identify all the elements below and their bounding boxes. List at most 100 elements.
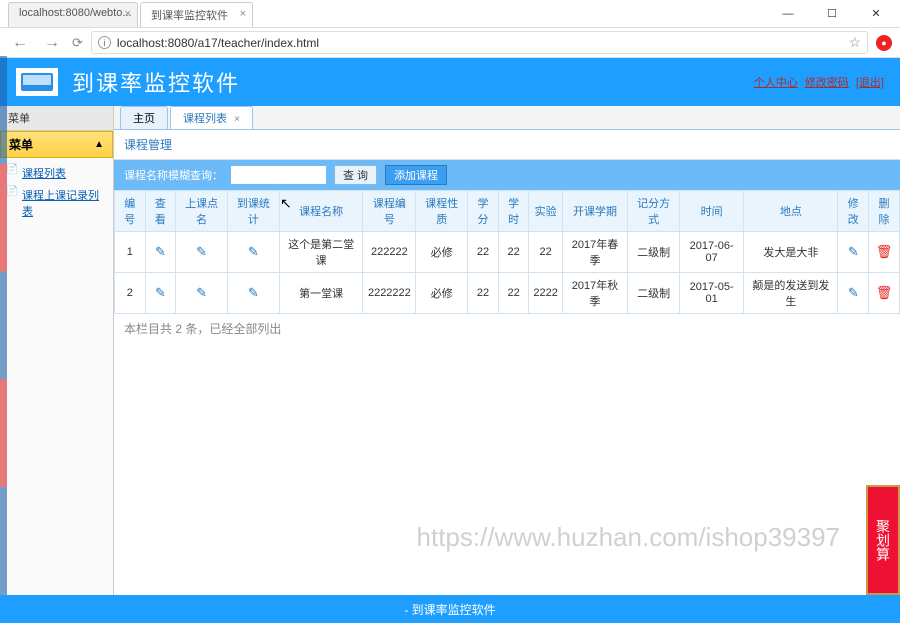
stats-button[interactable]: ✎ [227,273,279,314]
header-links: 个人中心 修改密码 [退出] [750,74,884,90]
sidebar: 菜单 菜单 ▲ 课程列表 课程上课记录列表 [0,106,114,611]
tab-label: 课程列表 [183,113,227,125]
site-info-icon[interactable]: i [98,36,111,49]
close-icon[interactable]: × [234,114,240,125]
edit-icon[interactable]: ✎ [248,244,259,259]
edit-icon[interactable]: ✎ [155,244,166,259]
rollcall-button[interactable]: ✎ [176,232,228,273]
course-table: 编号查看上课点名到课统计课程名称课程编号课程性质学分学时实验开课学期记分方式时间… [114,190,900,314]
tab-home[interactable]: 主页 [120,106,168,129]
table-header: 查看 [145,191,176,232]
tab-course-list[interactable]: 课程列表 × [170,106,253,129]
browser-tab[interactable]: localhost:8080/webto... × [8,2,138,27]
delete-button[interactable]: 🗑 [869,232,900,273]
taskbar-stripe [0,56,7,595]
table-row: 2✎✎✎第一堂课2222222必修222222222017年秋季二级制2017-… [115,273,900,314]
delete-button[interactable]: 🗑 [869,273,900,314]
table-header: 课程性质 [416,191,468,232]
edit-icon[interactable]: ✎ [196,285,207,300]
table-header: 到课统计 [227,191,279,232]
extension-icon[interactable]: ● [876,35,892,51]
footer: - 到课率监控软件 [0,595,900,623]
cell-grade: 二级制 [628,232,680,273]
edit-icon[interactable]: ✎ [196,244,207,259]
table-header: 修改 [838,191,869,232]
cell-place: 发大是大非 [744,232,838,273]
panel-title: 课程管理 [114,130,900,160]
view-button[interactable]: ✎ [145,273,176,314]
search-bar: 课程名称模糊查询： 查 询 添加课程 [114,160,900,190]
close-icon[interactable]: × [125,8,131,20]
address-bar: ← → ⟳ i localhost:8080/a17/teacher/index… [0,28,900,58]
forward-button[interactable]: → [40,34,64,52]
add-course-button[interactable]: 添加课程 [385,165,447,185]
cell-hours: 22 [498,232,529,273]
cell-hours: 22 [498,273,529,314]
cell-time: 2017-05-01 [679,273,743,314]
window-close-button[interactable]: ✕ [854,0,898,28]
cell-term: 2017年秋季 [562,273,627,314]
table-header: 学时 [498,191,529,232]
sidebar-panel-header[interactable]: 菜单 ▲ [0,131,113,158]
cell-term: 2017年春季 [562,232,627,273]
table-header: 时间 [679,191,743,232]
cell-name: 第一堂课 [279,273,363,314]
link-change-password[interactable]: 修改密码 [805,77,849,89]
search-input[interactable] [231,166,326,184]
rollcall-button[interactable]: ✎ [176,273,228,314]
cell-no: 2 [115,273,146,314]
cell-nature: 必修 [416,273,468,314]
app-header: 到课率监控软件 个人中心 修改密码 [退出] [0,58,900,106]
browser-tab-title: 到课率监控软件 [151,10,228,22]
sidebar-item-attendance-records[interactable]: 课程上课记录列表 [0,184,113,222]
trash-icon[interactable]: 🗑 [876,244,893,259]
cell-code: 222222 [363,232,416,273]
app-title: 到课率监控软件 [72,66,240,98]
edit-icon[interactable]: ✎ [848,285,859,300]
cell-lab: 22 [529,232,562,273]
search-label: 课程名称模糊查询： [124,167,223,183]
url-text: localhost:8080/a17/teacher/index.html [117,36,319,50]
reload-button[interactable]: ⟳ [72,35,83,51]
collapse-icon[interactable]: ▲ [94,139,104,150]
bookmark-icon[interactable]: ☆ [848,34,861,51]
table-header: 上课点名 [176,191,228,232]
table-header: 课程编号 [363,191,416,232]
view-button[interactable]: ✎ [145,232,176,273]
browser-tab[interactable]: 到课率监控软件 × [140,2,253,27]
table-header: 课程名称 [279,191,363,232]
trash-icon[interactable]: 🗑 [876,285,893,300]
window-maximize-button[interactable]: ☐ [810,0,854,28]
sidebar-title: 菜单 [0,106,113,131]
app-logo-icon [16,68,58,96]
cell-grade: 二级制 [628,273,680,314]
close-icon[interactable]: × [240,8,246,20]
link-profile[interactable]: 个人中心 [754,77,798,89]
main-content: 主页 课程列表 × 课程管理 课程名称模糊查询： 查 询 添加课程 编号查看上课… [114,106,900,611]
url-input[interactable]: i localhost:8080/a17/teacher/index.html … [91,31,868,54]
edit-icon[interactable]: ✎ [248,285,259,300]
cell-time: 2017-06-07 [679,232,743,273]
edit-icon[interactable]: ✎ [848,244,859,259]
edit-button[interactable]: ✎ [838,232,869,273]
query-button[interactable]: 查 询 [334,165,377,185]
promo-banner[interactable]: 聚划算 [866,485,900,595]
table-header: 实验 [529,191,562,232]
cell-name: 这个是第二堂课 [279,232,363,273]
edit-icon[interactable]: ✎ [155,285,166,300]
table-header: 记分方式 [628,191,680,232]
table-row: 1✎✎✎这个是第二堂课222222必修2222222017年春季二级制2017-… [115,232,900,273]
cell-credit: 22 [468,232,499,273]
cell-nature: 必修 [416,232,468,273]
edit-button[interactable]: ✎ [838,273,869,314]
footer-text: - 到课率监控软件 [404,601,495,618]
window-minimize-button[interactable]: — [766,0,810,28]
stats-button[interactable]: ✎ [227,232,279,273]
link-logout[interactable]: [退出] [856,77,884,89]
table-header: 地点 [744,191,838,232]
browser-tab-title: localhost:8080/webto... [19,7,132,19]
cell-place: 颠是的发送到发生 [744,273,838,314]
table-header: 删除 [869,191,900,232]
sidebar-item-course-list[interactable]: 课程列表 [0,162,113,184]
back-button[interactable]: ← [8,34,32,52]
